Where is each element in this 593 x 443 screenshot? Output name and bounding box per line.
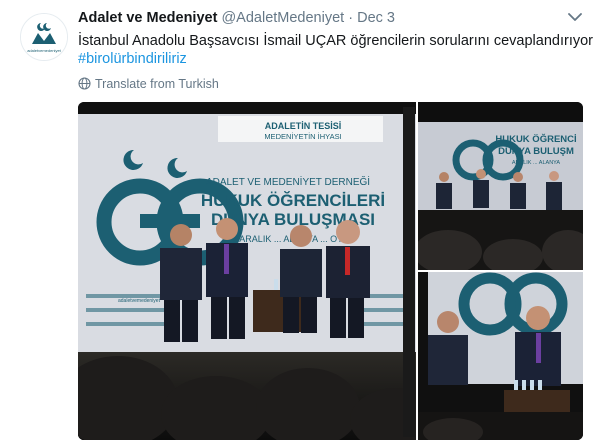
translate-label: Translate from Turkish <box>95 77 219 91</box>
logo-icon: adaletvemedeniyet <box>21 14 67 60</box>
display-name[interactable]: Adalet ve Medeniyet <box>78 10 217 26</box>
hashtag-link[interactable]: #birolürbindiriliriz <box>78 51 187 67</box>
thumb1-title-2: DÜNYA BULUŞM <box>498 146 574 157</box>
thumb1-title-1: HUKUK ÖĞRENCİ <box>495 133 576 145</box>
photo-main[interactable]: ADALETİN TESİSİ MEDENİYETİN İHYASI ADALE… <box>78 102 416 440</box>
banner-title-1: ADALET VE MEDENİYET DERNEĞİ <box>206 175 370 188</box>
tweet-date[interactable]: Dec 3 <box>357 10 395 26</box>
tweet: adaletvemedeniyet Adalet ve Medeniyet @A… <box>0 0 593 443</box>
photo-top-right[interactable]: HUKUK ÖĞRENCİ DÜNYA BULUŞM ARALIK ... AL… <box>418 102 583 270</box>
tweet-header: Adalet ve Medeniyet @AdaletMedeniyet · D… <box>78 10 395 26</box>
tweet-text: İstanbul Anadolu Başsavcısı İsmail UÇAR … <box>78 33 593 49</box>
media-grid: ADALETİN TESİSİ MEDENİYETİN İHYASI ADALE… <box>78 102 583 440</box>
banner-footer-label: adaletvemedeniyet <box>118 298 161 304</box>
photo-bottom-right[interactable] <box>418 272 583 440</box>
translate-link[interactable]: Translate from Turkish <box>78 77 219 91</box>
avatar-label: adaletvemedeniyet <box>27 48 61 53</box>
separator: · <box>348 10 354 26</box>
chevron-down-icon[interactable] <box>568 12 582 22</box>
banner-title-2: HUKUK ÖĞRENCİLERİ <box>201 191 385 210</box>
banner-header-2: MEDENİYETİN İHYASI <box>264 132 341 141</box>
globe-icon <box>78 77 91 90</box>
thumb1-title-3: ARALIK ... ALANYA <box>512 160 561 166</box>
avatar[interactable]: adaletvemedeniyet <box>20 13 68 61</box>
user-handle[interactable]: @AdaletMedeniyet <box>221 10 344 26</box>
banner-header-1: ADALETİN TESİSİ <box>265 121 342 131</box>
